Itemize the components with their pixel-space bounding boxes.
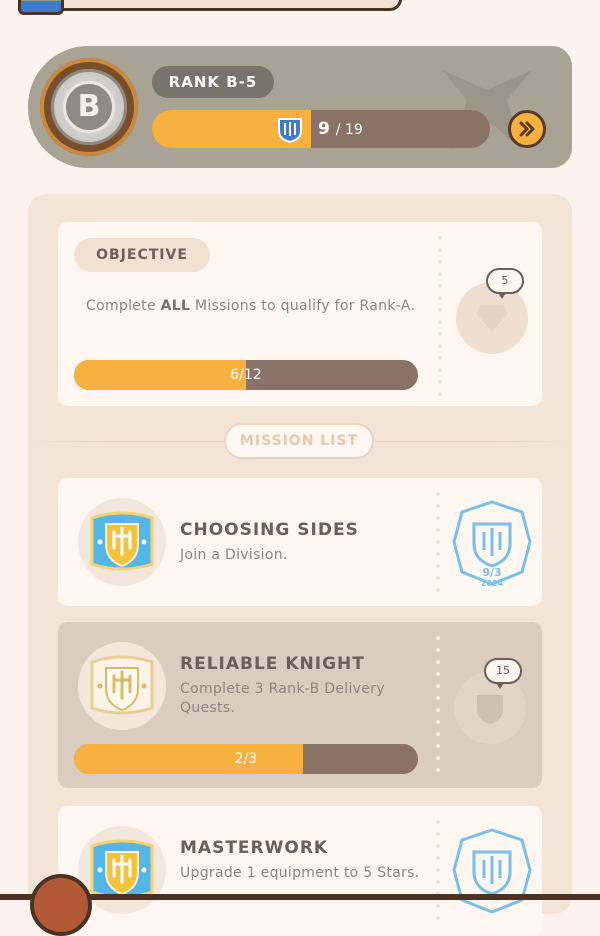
card-divider	[438, 232, 442, 396]
next-rank-button[interactable]	[508, 110, 546, 148]
reward-count-bubble: 15	[484, 658, 522, 689]
double-chevron-right-icon	[519, 121, 535, 137]
mission-title: RELIABLE KNIGHT	[180, 654, 365, 674]
book-icon[interactable]	[18, 0, 64, 15]
stamp-date: 9/3	[482, 566, 501, 579]
mission-card-reliable-knight[interactable]: RELIABLE KNIGHT Complete 3 Rank-B Delive…	[58, 622, 542, 788]
mission-description: Upgrade 1 equipment to 5 Stars.	[180, 865, 420, 881]
mission-list-label: MISSION LIST	[224, 423, 374, 459]
objective-progress-text: 6/12	[230, 367, 262, 383]
objective-description: Complete ALL Missions to qualify for Ran…	[86, 298, 416, 314]
mission-icon-frame	[78, 498, 166, 586]
top-plate	[36, 0, 402, 11]
reward-count-bubble: 5	[486, 268, 524, 299]
mission-icon-frame	[78, 642, 166, 730]
rank-progress-total: / 19	[335, 122, 363, 138]
stamp-year: 2024	[481, 579, 504, 588]
mission-description: Join a Division.	[180, 547, 288, 563]
card-divider	[436, 816, 440, 926]
objective-reward[interactable]: 5	[456, 268, 528, 354]
rank-badge: B	[40, 58, 138, 156]
objective-tag: OBJECTIVE	[74, 238, 210, 272]
mission-card-choosing-sides[interactable]: CHOOSING SIDES Join a Division. 9/3 2024	[58, 478, 542, 606]
rank-badge-letter: B	[63, 81, 115, 133]
mission-title: CHOOSING SIDES	[180, 520, 359, 540]
rank-progress-bar: 9 / 19	[152, 110, 490, 148]
shield-token-icon	[278, 118, 302, 143]
mission-stamp-outline-icon	[452, 828, 532, 914]
top-bar	[0, 0, 600, 15]
back-button[interactable]	[30, 874, 92, 936]
mission-progress-text: 2/3	[234, 751, 258, 767]
mission-progress-bar: 2/3	[74, 744, 418, 774]
objective-progress-bar: 6/12	[74, 360, 418, 390]
rank-progress-current: 9	[318, 119, 330, 139]
mission-card-masterwork[interactable]: MASTERWORK Upgrade 1 equipment to 5 Star…	[58, 806, 542, 936]
objective-card: OBJECTIVE Complete ALL Missions to quali…	[58, 222, 542, 406]
shield-icon	[477, 695, 503, 724]
knight-shield-icon	[90, 655, 154, 715]
card-divider	[436, 632, 440, 778]
card-divider	[436, 488, 440, 596]
rank-progress-text: 9 / 19	[318, 110, 363, 148]
completed-stamp-icon: 9/3 2024	[452, 500, 532, 588]
division-shield-icon	[90, 511, 154, 571]
missions-panel: OBJECTIVE Complete ALL Missions to quali…	[28, 194, 572, 936]
gem-icon	[476, 305, 508, 332]
mission-reward[interactable]: 15	[454, 658, 526, 744]
mission-description: Complete 3 Rank-B Delivery Quests.	[180, 681, 385, 716]
mission-title: MASTERWORK	[180, 838, 329, 858]
rank-header: B RANK B-5 9 / 19	[28, 46, 572, 168]
rank-label: RANK B-5	[152, 66, 274, 98]
